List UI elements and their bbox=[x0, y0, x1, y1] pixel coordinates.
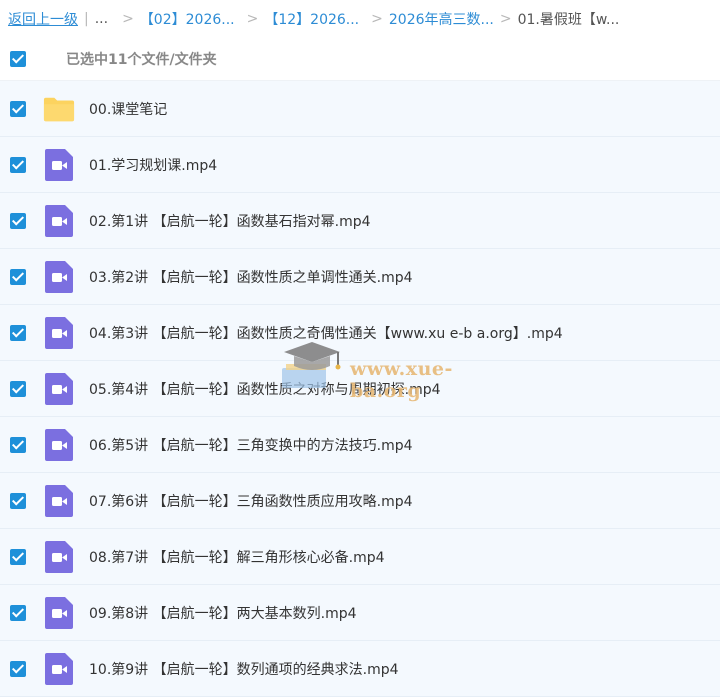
video-file-icon bbox=[43, 484, 75, 517]
file-checkbox[interactable] bbox=[10, 100, 26, 117]
back-link[interactable]: 返回上一级 bbox=[8, 9, 78, 29]
file-name[interactable]: 02.第1讲 【启航一轮】函数基石指对幂.mp4 bbox=[89, 211, 371, 231]
file-checkbox[interactable] bbox=[10, 492, 26, 509]
breadcrumb-current: 01.暑假班【w... bbox=[517, 12, 620, 28]
selection-count: 已选中11个文件/文件夹 bbox=[66, 52, 217, 68]
video-file-icon bbox=[43, 148, 75, 181]
file-checkbox[interactable] bbox=[10, 268, 26, 285]
file-row[interactable]: 10.第9讲 【启航一轮】数列通项的经典求法.mp4 bbox=[0, 641, 720, 697]
file-name[interactable]: 03.第2讲 【启航一轮】函数性质之单调性通关.mp4 bbox=[89, 267, 413, 287]
breadcrumb-item-12[interactable]: 【12】2026... bbox=[264, 9, 359, 29]
file-row[interactable]: 03.第2讲 【启航一轮】函数性质之单调性通关.mp4 bbox=[0, 249, 720, 305]
video-file-icon bbox=[43, 652, 75, 685]
file-name[interactable]: 07.第6讲 【启航一轮】三角函数性质应用攻略.mp4 bbox=[89, 491, 413, 511]
file-row[interactable]: 06.第5讲 【启航一轮】三角变换中的方法技巧.mp4 bbox=[0, 417, 720, 473]
file-checkbox[interactable] bbox=[10, 380, 26, 397]
file-checkbox[interactable] bbox=[10, 436, 26, 453]
file-row[interactable]: 00.课堂笔记 bbox=[0, 81, 720, 137]
breadcrumb: 返回上一级 | ... > 【02】2026... > 【12】2026... … bbox=[0, 0, 720, 38]
breadcrumb-item-02[interactable]: 【02】2026... bbox=[140, 9, 235, 29]
file-name[interactable]: 08.第7讲 【启航一轮】解三角形核心必备.mp4 bbox=[89, 547, 385, 567]
file-checkbox[interactable] bbox=[10, 212, 26, 229]
video-file-icon bbox=[43, 372, 75, 405]
file-name[interactable]: 00.课堂笔记 bbox=[89, 99, 167, 119]
video-file-icon bbox=[43, 316, 75, 349]
file-row[interactable]: 02.第1讲 【启航一轮】函数基石指对幂.mp4 bbox=[0, 193, 720, 249]
file-name[interactable]: 01.学习规划课.mp4 bbox=[89, 155, 217, 175]
video-file-icon bbox=[43, 428, 75, 461]
video-file-icon bbox=[43, 260, 75, 293]
file-name[interactable]: 06.第5讲 【启航一轮】三角变换中的方法技巧.mp4 bbox=[89, 435, 413, 455]
folder-icon bbox=[43, 93, 75, 125]
file-name[interactable]: 05.第4讲 【启航一轮】函数性质之对称与周期初探.mp4 bbox=[89, 379, 441, 399]
file-row[interactable]: 07.第6讲 【启航一轮】三角函数性质应用攻略.mp4 bbox=[0, 473, 720, 529]
file-row[interactable]: 04.第3讲 【启航一轮】函数性质之奇偶性通关【www.xu e-b a.org… bbox=[0, 305, 720, 361]
breadcrumb-item-2026[interactable]: 2026年高三数... bbox=[389, 9, 494, 29]
file-checkbox[interactable] bbox=[10, 660, 26, 677]
chevron-right-icon: > bbox=[371, 11, 383, 27]
chevron-right-icon: > bbox=[246, 11, 259, 27]
file-checkbox[interactable] bbox=[10, 548, 26, 565]
select-all-checkbox[interactable] bbox=[10, 51, 26, 67]
video-file-icon bbox=[43, 596, 75, 629]
file-checkbox[interactable] bbox=[10, 324, 26, 341]
file-name[interactable]: 04.第3讲 【启航一轮】函数性质之奇偶性通关【www.xu e-b a.org… bbox=[89, 323, 563, 343]
file-list: 00.课堂笔记 01.学习规划课.mp4 02.第1讲 【启航一轮】函数基石指对幂.… bbox=[0, 81, 720, 697]
file-row[interactable]: 09.第8讲 【启航一轮】两大基本数列.mp4 bbox=[0, 585, 720, 641]
file-checkbox[interactable] bbox=[10, 604, 26, 621]
file-row[interactable]: 01.学习规划课.mp4 bbox=[0, 137, 720, 193]
video-file-icon bbox=[43, 540, 75, 573]
chevron-right-icon: > bbox=[122, 11, 134, 27]
file-name[interactable]: 09.第8讲 【启航一轮】两大基本数列.mp4 bbox=[89, 603, 357, 623]
breadcrumb-ellipsis[interactable]: ... bbox=[95, 11, 108, 27]
file-name[interactable]: 10.第9讲 【启航一轮】数列通项的经典求法.mp4 bbox=[89, 659, 399, 679]
file-row[interactable]: 08.第7讲 【启航一轮】解三角形核心必备.mp4 bbox=[0, 529, 720, 585]
breadcrumb-bar-separator: | bbox=[84, 11, 89, 27]
selection-bar: 已选中11个文件/文件夹 bbox=[0, 38, 720, 81]
file-checkbox[interactable] bbox=[10, 156, 26, 173]
file-row[interactable]: 05.第4讲 【启航一轮】函数性质之对称与周期初探.mp4 bbox=[0, 361, 720, 417]
video-file-icon bbox=[43, 204, 75, 237]
chevron-right-icon: > bbox=[499, 11, 512, 27]
